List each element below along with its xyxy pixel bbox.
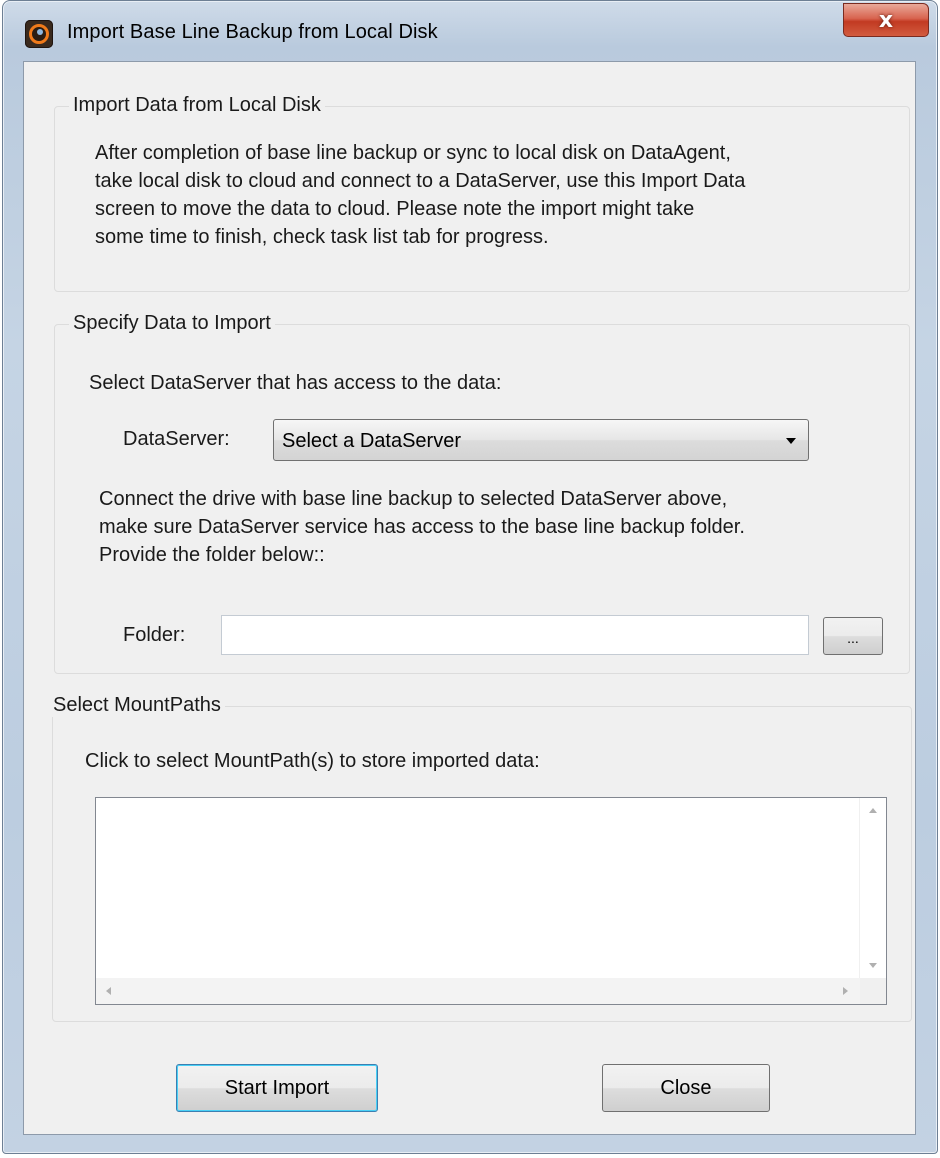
- specify-data-group: Specify Data to Import Select DataServer…: [54, 312, 910, 674]
- import-description-line-2: take local disk to cloud and connect to …: [95, 170, 746, 192]
- dialog-window: Import Base Line Backup from Local Disk …: [2, 0, 938, 1154]
- scroll-left-arrow-icon[interactable]: [106, 987, 111, 995]
- connect-instructions-line-1: Connect the drive with base line backup …: [99, 488, 728, 510]
- browse-button-label: ...: [847, 630, 859, 646]
- app-icon: [25, 20, 53, 48]
- dataserver-label: DataServer:: [123, 428, 230, 450]
- select-dataserver-prompt: Select DataServer that has access to the…: [89, 372, 502, 394]
- close-button-label: Close: [660, 1076, 712, 1099]
- dataserver-dropdown[interactable]: Select a DataServer: [273, 419, 809, 461]
- import-description-line-1: After completion of base line backup or …: [95, 142, 731, 164]
- window-close-button[interactable]: x: [843, 3, 929, 37]
- import-data-group-title: Import Data from Local Disk: [69, 94, 325, 117]
- connect-instructions-line-2: make sure DataServer service has access …: [99, 516, 745, 538]
- browse-folder-button[interactable]: ...: [823, 617, 883, 655]
- mountpaths-group: Select MountPaths Click to select MountP…: [49, 694, 912, 1022]
- horizontal-scrollbar[interactable]: [96, 978, 860, 1004]
- specify-data-group-title: Specify Data to Import: [69, 312, 275, 335]
- start-import-label: Start Import: [224, 1076, 330, 1099]
- mountpaths-prompt: Click to select MountPath(s) to store im…: [85, 750, 540, 772]
- vertical-scrollbar[interactable]: [859, 798, 886, 978]
- connect-instructions-line-3: Provide the folder below::: [99, 544, 325, 566]
- dataserver-selected-value: Select a DataServer: [282, 430, 461, 452]
- mountpaths-group-title: Select MountPaths: [49, 694, 225, 717]
- close-icon: x: [878, 7, 894, 33]
- window-title: Import Base Line Backup from Local Disk: [67, 21, 438, 43]
- scroll-right-arrow-icon[interactable]: [843, 987, 848, 995]
- scroll-up-arrow-icon[interactable]: [869, 808, 877, 813]
- scroll-down-arrow-icon[interactable]: [869, 963, 877, 968]
- import-description-line-3: screen to move the data to cloud. Please…: [95, 198, 695, 220]
- start-import-button[interactable]: Start Import: [176, 1064, 378, 1112]
- title-bar[interactable]: Import Base Line Backup from Local Disk …: [3, 1, 937, 59]
- dialog-client-area: Import Data from Local Disk After comple…: [23, 61, 916, 1135]
- scrollbar-corner: [860, 978, 886, 1004]
- import-data-group: Import Data from Local Disk After comple…: [54, 94, 910, 292]
- folder-label: Folder:: [123, 624, 186, 646]
- close-button[interactable]: Close: [602, 1064, 770, 1112]
- folder-input[interactable]: [221, 615, 809, 655]
- import-description-line-4: some time to finish, check task list tab…: [95, 226, 549, 248]
- chevron-down-icon: [786, 438, 796, 444]
- mountpaths-list[interactable]: [95, 797, 887, 1005]
